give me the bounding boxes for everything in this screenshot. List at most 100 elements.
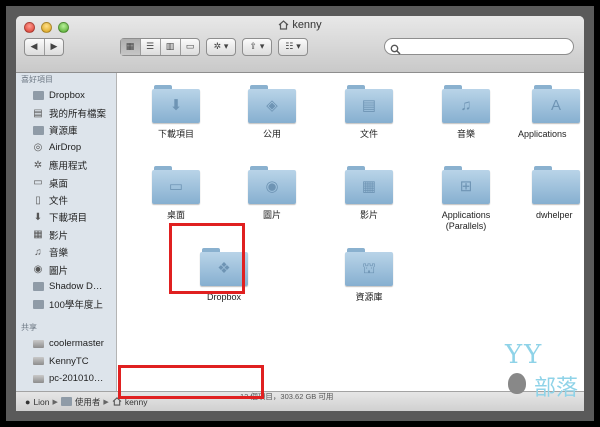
network-drive-icon xyxy=(32,338,44,349)
sidebar-item-label: 100學年度上 xyxy=(49,300,103,312)
folder-item-downloads[interactable]: ⬇ 下載項目 xyxy=(136,85,216,140)
parallels-folder-icon: ⊞ xyxy=(442,166,490,204)
gear-icon: ✲ ▾ xyxy=(213,42,229,52)
folder-label: 影片 xyxy=(359,210,378,220)
highlight-box-pathbar xyxy=(118,365,264,399)
arrange-icon: ☷ ▾ xyxy=(285,42,301,52)
desktop-icon: ▭ xyxy=(33,177,43,189)
breadcrumb-item-lion[interactable]: Lion xyxy=(33,397,49,407)
sidebar-item-applications[interactable]: ✲ 應用程式 xyxy=(16,157,116,174)
sidebar-item-label: KennyTC xyxy=(49,355,89,367)
sidebar-item-label: 下載項目 xyxy=(49,213,88,225)
window-title-text: kenny xyxy=(292,19,322,31)
sidebar: 喜好項目 Dropbox ▤ 我的所有檔案 資源庫 ◎ AirDrop ✲ 應用程式 … xyxy=(16,73,117,409)
music-icon: ♫ xyxy=(34,246,42,258)
sidebar-item-dropbox[interactable]: Dropbox xyxy=(16,87,116,104)
network-drive-icon xyxy=(32,373,44,384)
list-view-button[interactable]: ☰ xyxy=(141,39,161,55)
sidebar-item-label: 影片 xyxy=(49,230,69,242)
folder-icon xyxy=(32,125,44,136)
folder-icon xyxy=(32,299,44,310)
sidebar-item-label: 文件 xyxy=(49,196,69,208)
icon-view-button[interactable]: ▦ xyxy=(120,39,141,55)
folder-item-library[interactable]: ⛫ 資源庫 xyxy=(329,248,409,303)
sidebar-item-coolermaster[interactable]: coolermaster xyxy=(16,335,116,352)
sidebar-item-pc[interactable]: pc-201010… xyxy=(16,370,116,387)
chevron-right-icon: ▶ xyxy=(103,399,109,406)
folder-item-movies[interactable]: ▦ 影片 xyxy=(329,166,409,221)
folder-item-documents[interactable]: ▤ 文件 xyxy=(329,85,409,140)
folder-item-parallels[interactable]: ⊞ Applications (Parallels) xyxy=(426,166,506,232)
folder-label: 音樂 xyxy=(456,129,475,139)
sidebar-item-label: Shadow D… xyxy=(49,281,103,293)
folder-icon xyxy=(32,281,44,292)
sidebar-item-music[interactable]: ♫ 音樂 xyxy=(16,244,116,261)
pictures-folder-icon: ◉ xyxy=(248,166,296,204)
public-folder-icon: ◈ xyxy=(248,85,296,123)
search-input[interactable] xyxy=(403,40,567,54)
sidebar-header-favorites: 喜好項目 xyxy=(21,75,53,84)
share-menu-button[interactable]: ⇪ ▾ xyxy=(242,38,272,56)
sidebar-item-desktop[interactable]: ▭ 桌面 xyxy=(16,174,116,191)
sidebar-item-all-files[interactable]: ▤ 我的所有檔案 xyxy=(16,104,116,121)
sidebar-item-documents[interactable]: ▯ 文件 xyxy=(16,191,116,208)
sidebar-item-label: 應用程式 xyxy=(49,161,88,173)
home-icon xyxy=(278,20,289,33)
downloads-icon: ⬇ xyxy=(33,211,43,223)
folder-icon xyxy=(32,90,44,101)
column-view-button[interactable]: ▥ xyxy=(161,39,181,55)
downloads-folder-icon: ⬇ xyxy=(152,85,200,123)
documents-folder-icon: ▤ xyxy=(345,85,393,123)
search-field[interactable] xyxy=(384,38,574,55)
sidebar-item-pictures[interactable]: ◉ 圖片 xyxy=(16,261,116,278)
sidebar-item-label: 我的所有檔案 xyxy=(49,109,107,121)
folder-label: 下載項目 xyxy=(157,129,194,139)
sidebar-item-100[interactable]: 100學年度上 xyxy=(16,296,116,313)
all-files-icon: ▤ xyxy=(33,107,43,119)
sidebar-item-label: pc-201010… xyxy=(49,373,104,385)
sidebar-item-downloads[interactable]: ⬇ 下載項目 xyxy=(16,209,116,226)
folder-item-dwhelper[interactable]: dwhelper xyxy=(518,166,584,221)
folder-item-public[interactable]: ◈ 公用 xyxy=(232,85,312,140)
sidebar-item-shadow[interactable]: Shadow D… xyxy=(16,278,116,295)
coverflow-view-button[interactable]: ▭ xyxy=(181,39,200,55)
window-title: kenny xyxy=(16,19,584,33)
sidebar-item-label: AirDrop xyxy=(49,142,82,154)
search-icon xyxy=(390,40,401,59)
folder-item-music[interactable]: ♫ 音樂 xyxy=(426,85,506,140)
applications-folder-icon: A xyxy=(532,85,580,123)
folder-label: 桌面 xyxy=(166,210,185,220)
folder-item-desktop[interactable]: ▭ 桌面 xyxy=(136,166,216,221)
folder-icon xyxy=(60,397,72,407)
folder-label: 資源庫 xyxy=(355,292,383,302)
action-menu-button[interactable]: ✲ ▾ xyxy=(206,38,236,56)
finder-window: kenny ◀ ▶ ▦ ☰ ▥ ▭ ✲ ▾ ⇪ ▾ ☷ ▾ 喜好項目 Dropbo… xyxy=(16,16,584,411)
sidebar-item-movies[interactable]: ▦ 影片 xyxy=(16,226,116,243)
sidebar-item-label: 資源庫 xyxy=(49,126,78,138)
forward-button[interactable]: ▶ xyxy=(45,39,64,55)
music-folder-icon: ♫ xyxy=(442,85,490,123)
dropbox-icon: ⇪ ▾ xyxy=(249,42,265,52)
sidebar-item-label: 桌面 xyxy=(49,178,69,190)
library-folder-icon: ⛫ xyxy=(345,248,393,286)
back-forward-buttons: ◀ ▶ xyxy=(24,38,64,56)
sidebar-header-shared: 共享 xyxy=(21,323,37,333)
watermark-text: 部落 xyxy=(534,376,579,401)
arrange-menu-button[interactable]: ☷ ▾ xyxy=(278,38,308,56)
view-switcher: ▦ ☰ ▥ ▭ xyxy=(120,38,200,56)
folder-label: dwhelper xyxy=(536,210,573,220)
sidebar-item-library[interactable]: 資源庫 xyxy=(16,122,116,139)
movies-folder-icon: ▦ xyxy=(345,166,393,204)
applications-icon: ✲ xyxy=(33,159,43,171)
sidebar-item-airdrop[interactable]: ◎ AirDrop xyxy=(16,139,116,156)
folder-item-applications[interactable]: A Applications xyxy=(518,85,584,140)
titlebar: kenny ◀ ▶ ▦ ☰ ▥ ▭ ✲ ▾ ⇪ ▾ ☷ ▾ xyxy=(16,16,584,73)
highlight-box-dropbox xyxy=(169,223,245,294)
folder-label: Applications xyxy=(518,129,567,139)
desktop-folder-icon: ▭ xyxy=(152,166,200,204)
airdrop-icon: ◎ xyxy=(33,142,43,154)
sidebar-item-kennytc[interactable]: KennyTC xyxy=(16,352,116,369)
back-button[interactable]: ◀ xyxy=(25,39,45,55)
folder-item-pictures[interactable]: ◉ 圖片 xyxy=(232,166,312,221)
breadcrumb-item-users[interactable]: 使用者 xyxy=(75,396,101,408)
